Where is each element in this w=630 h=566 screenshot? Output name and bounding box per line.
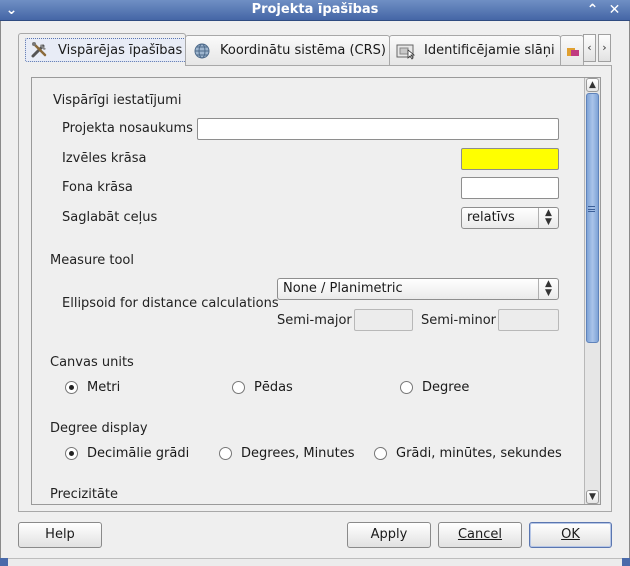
semi-minor-label: Semi-minor [421,313,497,328]
tab-general[interactable]: Vispārējas īpašības [18,33,186,66]
cancel-button[interactable]: Cancel [438,522,522,548]
ellipsoid-value: None / Planimetric [283,281,403,296]
vertical-scrollbar[interactable]: ▲ ▼ [584,78,600,504]
apply-button[interactable]: Apply [347,522,431,548]
tab-content-frame: Vispārīgi iestatījumi Projekta nosaukums… [18,65,612,512]
help-button[interactable]: Help [18,522,102,548]
save-paths-label: Saglabāt ceļus [62,210,158,225]
degree-dms-radio[interactable]: Grādi, minūtes, sekundes [374,446,562,461]
selection-color-button[interactable] [461,148,559,170]
measure-section-title: Measure tool [50,253,134,268]
scroll-down-arrow-icon[interactable]: ▼ [586,490,599,504]
tab-overflow[interactable] [560,35,584,65]
close-icon[interactable]: ✕ [606,2,623,19]
save-paths-select[interactable]: relatīvs ▲ ▼ [461,207,559,229]
title-bar: ⌄ Projekta īpašības ⌃ ✕ [0,0,630,21]
ok-button-label: OK [561,527,580,542]
canvas-units-metri-radio[interactable]: Metri [65,380,120,395]
project-name-label: Projekta nosaukums [62,121,193,136]
globe-icon [192,42,212,60]
canvas-units-degree-radio[interactable]: Degree [400,380,469,395]
tab-scroll-right-button[interactable]: › [598,34,611,62]
scroll-up-arrow-icon[interactable]: ▲ [586,78,599,92]
save-paths-value: relatīvs [467,210,515,225]
palette-icon [565,42,583,60]
selection-color-label: Izvēles krāsa [62,151,147,166]
general-section-title: Vispārīgi iestatījumi [53,93,182,108]
background-color-label: Fona krāsa [62,180,133,195]
resize-corner-left[interactable] [0,558,8,566]
precision-section-title: Precizitāte [50,487,119,502]
tab-general-label: Vispārējas īpašības [58,42,183,58]
background-color-button[interactable] [461,177,559,199]
grip-icon [588,206,595,212]
semi-major-label: Semi-major [277,313,352,328]
semi-minor-input[interactable] [498,309,559,331]
canvas-units-section-title: Canvas units [50,355,134,370]
resize-corner-right[interactable] [622,558,630,566]
tab-bar: Vispārējas īpašības Koordinātu sistēma (… [18,33,598,66]
updown-arrow-icon: ▲ ▼ [538,208,558,228]
ok-button[interactable]: OK [529,522,612,548]
tab-identify-layers-label: Identificējamie slāņi [424,43,555,58]
tab-scroll-left-button[interactable]: ‹ [583,34,596,62]
scroll-thumb[interactable] [586,93,599,343]
maximize-icon[interactable]: ⌃ [584,2,601,19]
project-name-input[interactable] [197,118,559,140]
degree-display-section-title: Degree display [50,421,148,436]
degree-dm-radio[interactable]: Degrees, Minutes [219,446,355,461]
canvas-units-pedas-radio[interactable]: Pēdas [232,380,293,395]
window-title: Projekta īpašības [251,2,379,17]
identify-icon [396,42,416,60]
settings-scroll-area[interactable]: Vispārīgi iestatījumi Projekta nosaukums… [31,77,601,505]
tools-icon [30,41,50,59]
tab-identify-layers[interactable]: Identificējamie slāņi [389,35,561,65]
degree-decimal-radio[interactable]: Decimālie grādi [65,446,189,461]
cancel-button-label: Cancel [457,527,503,542]
ellipsoid-label: Ellipsoid for distance calculations [62,296,279,311]
tab-crs[interactable]: Koordinātu sistēma (CRS) [185,35,390,65]
ellipsoid-select[interactable]: None / Planimetric ▲ ▼ [277,278,559,300]
window-bottom-border [0,558,630,566]
updown-arrow-icon: ▲ ▼ [538,279,558,299]
tab-crs-label: Koordinātu sistēma (CRS) [220,43,386,58]
semi-major-input[interactable] [354,309,413,331]
